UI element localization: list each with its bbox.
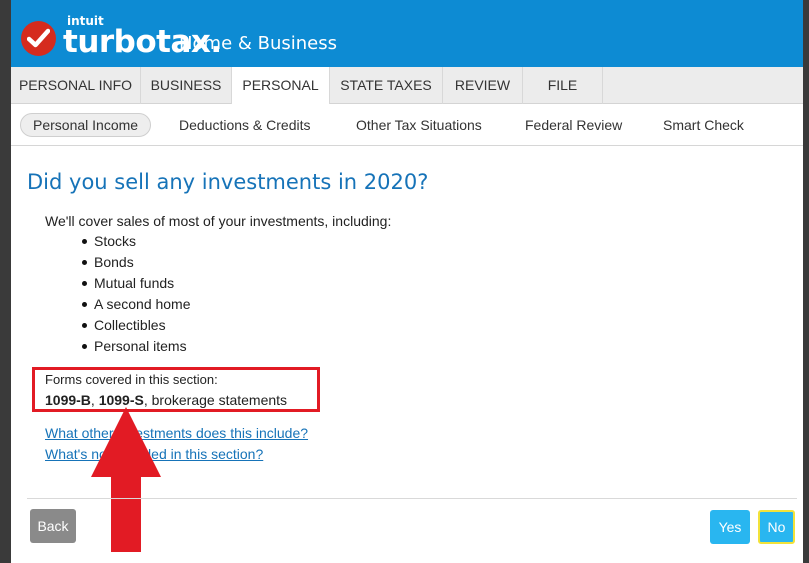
no-button[interactable]: No [758, 510, 795, 544]
subnav-smart-check[interactable]: Smart Check [651, 113, 756, 137]
subnav-deductions-credits[interactable]: Deductions & Credits [167, 113, 323, 137]
main-tabs: PERSONAL INFO BUSINESS PERSONAL STATE TA… [11, 67, 803, 105]
footer-divider [27, 498, 797, 499]
subnav-personal-income[interactable]: Personal Income [20, 113, 152, 137]
yes-button[interactable]: Yes [710, 510, 750, 544]
intro-text: We'll cover sales of most of your invest… [45, 213, 392, 229]
tab-personal-info[interactable]: PERSONAL INFO [11, 67, 141, 104]
list-item: Collectibles [81, 316, 191, 337]
header-bar: intuit turbotax. Home & Business [11, 0, 803, 67]
list-item: Stocks [81, 232, 191, 253]
edition-label: Home & Business [179, 33, 338, 54]
tab-business[interactable]: BUSINESS [141, 67, 232, 104]
page-title: Did you sell any investments in 2020? [27, 170, 429, 194]
list-item: Personal items [81, 337, 191, 358]
turbotax-check-icon [21, 21, 56, 56]
annotation-up-arrow-icon [91, 407, 161, 552]
tab-personal[interactable]: PERSONAL [232, 67, 330, 105]
sub-navigation: Personal Income Deductions & Credits Oth… [11, 104, 803, 146]
tab-file[interactable]: FILE [523, 67, 603, 104]
tab-state-taxes[interactable]: STATE TAXES [330, 67, 443, 104]
annotation-highlight-box [32, 367, 320, 412]
subnav-other-tax-situations[interactable]: Other Tax Situations [344, 113, 494, 137]
tab-review[interactable]: REVIEW [443, 67, 523, 104]
investment-list: Stocks Bonds Mutual funds A second home … [81, 232, 191, 358]
app-window: intuit turbotax. Home & Business PERSONA… [11, 0, 803, 563]
list-item: Bonds [81, 253, 191, 274]
back-button[interactable]: Back [30, 509, 76, 543]
list-item: A second home [81, 295, 191, 316]
list-item: Mutual funds [81, 274, 191, 295]
subnav-federal-review[interactable]: Federal Review [513, 113, 634, 137]
link-other-investments[interactable]: What other investments does this include… [45, 425, 308, 441]
